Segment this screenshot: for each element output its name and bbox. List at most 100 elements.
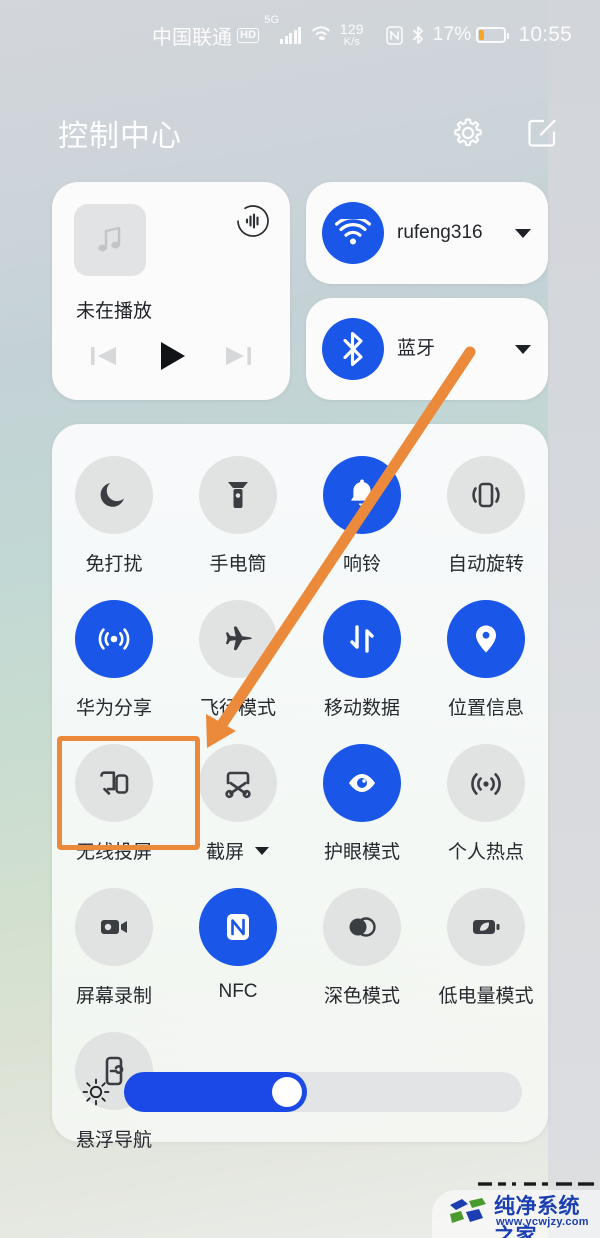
brightness-slider-row: [52, 1068, 548, 1116]
quick-toggle-screen-record[interactable]: 屏幕录制: [52, 878, 176, 1022]
gear-icon[interactable]: [446, 111, 490, 155]
wifi-status-icon: [310, 24, 332, 47]
quick-toggle-eye-comfort[interactable]: 护眼模式: [300, 734, 424, 878]
quick-toggle-label-text: 响铃: [342, 554, 381, 575]
screen-record-icon: [101, 920, 127, 934]
network-speed-value: 129: [339, 21, 364, 37]
quick-toggle-label: 华为分享: [76, 693, 152, 720]
flashlight-icon: [228, 482, 248, 508]
quick-toggle-label-text: 免打扰: [85, 554, 143, 575]
quick-toggle-battery-saver[interactable]: 低电量模式: [424, 878, 548, 1022]
screen-record-icon[interactable]: [75, 888, 153, 966]
quick-toggle-label-text: 手电筒: [209, 554, 267, 575]
moon-icon[interactable]: [75, 456, 153, 534]
moon-icon: [100, 483, 124, 507]
control-center-header: 控制中心: [0, 100, 600, 166]
media-player-card[interactable]: 未在播放: [52, 182, 290, 400]
quick-toggle-nfc[interactable]: NFC: [176, 878, 300, 1022]
quick-toggle-label: 飞行模式: [200, 693, 276, 720]
quick-toggle-flashlight[interactable]: 手电筒: [176, 446, 300, 590]
mobile-data-icon[interactable]: [323, 600, 401, 678]
brightness-sun-icon: [76, 1077, 116, 1107]
brightness-slider-knob[interactable]: [272, 1077, 303, 1107]
bluetooth-icon[interactable]: [322, 318, 384, 380]
screenshot-icon[interactable]: [199, 744, 277, 822]
quick-toggle-label: 悬浮导航: [76, 1125, 152, 1152]
music-note-icon: [74, 204, 146, 276]
quick-toggle-label-text: 屏幕录制: [75, 986, 152, 1007]
nfc-icon: [385, 25, 403, 45]
airplane-icon[interactable]: [199, 600, 277, 678]
quick-toggle-hotspot[interactable]: 个人热点: [424, 734, 548, 878]
quick-toggle-mobile-data[interactable]: 移动数据: [300, 590, 424, 734]
audio-cast-icon[interactable]: [234, 202, 272, 240]
quick-toggle-label: 个人热点: [448, 837, 524, 864]
hotspot-icon[interactable]: [447, 744, 525, 822]
quick-toggle-label-text: 截屏: [205, 842, 244, 863]
quick-toggle-huawei-share[interactable]: 华为分享: [52, 590, 176, 734]
brightness-slider[interactable]: [124, 1072, 522, 1112]
watermark-url: www.ycwjzy.com: [496, 1216, 589, 1228]
next-track-icon[interactable]: [215, 333, 261, 379]
dark-mode-icon[interactable]: [323, 888, 401, 966]
quick-toggle-location-pin[interactable]: 位置信息: [424, 590, 548, 734]
bluetooth-icon: [411, 25, 425, 45]
location-pin-icon: [476, 625, 496, 653]
battery-saver-icon: [473, 920, 500, 934]
location-pin-icon[interactable]: [447, 600, 525, 678]
dark-mode-icon: [349, 917, 376, 937]
edit-square-icon[interactable]: [520, 111, 564, 155]
quick-toggle-label-text: 悬浮导航: [75, 1130, 152, 1151]
quick-toggle-label: NFC: [218, 981, 257, 1003]
signal-bars-icon: [280, 26, 303, 44]
battery-saver-icon[interactable]: [447, 888, 525, 966]
quick-toggle-label-text: 护眼模式: [323, 842, 400, 863]
watermark: 纯净系统之家 www.ycwjzy.com: [432, 1182, 600, 1238]
quick-toggle-dark-mode[interactable]: 深色模式: [300, 878, 424, 1022]
quick-toggle-label: 屏幕录制: [76, 981, 152, 1008]
quick-toggle-label: 深色模式: [324, 981, 400, 1008]
wifi-icon[interactable]: [322, 202, 384, 264]
quick-toggle-label: 护眼模式: [324, 837, 400, 864]
quick-toggle-label-text: 低电量模式: [438, 986, 534, 1007]
bluetooth-card[interactable]: 蓝牙: [306, 298, 548, 400]
quick-toggle-label: 截屏: [206, 837, 270, 864]
play-icon[interactable]: [148, 333, 194, 379]
battery-percent-label: 17%: [432, 24, 472, 45]
page-title: 控制中心: [58, 120, 182, 153]
quick-toggle-auto-rotate[interactable]: 自动旋转: [424, 446, 548, 590]
quick-toggle-label: 移动数据: [324, 693, 400, 720]
previous-track-icon[interactable]: [81, 333, 127, 379]
quick-toggle-bell[interactable]: 响铃: [300, 446, 424, 590]
watermark-logo-icon: [450, 1198, 486, 1223]
network-speed: 129 K/s: [340, 22, 364, 48]
chevron-down-icon[interactable]: [512, 227, 534, 239]
nfc-icon: [227, 914, 249, 940]
nfc-icon[interactable]: [199, 888, 277, 966]
quick-toggle-label: 手电筒: [209, 549, 266, 576]
chevron-down-icon[interactable]: [254, 845, 270, 856]
quick-toggle-moon[interactable]: 免打扰: [52, 446, 176, 590]
top-cards-row: 未在播放 rufeng316 蓝牙: [52, 182, 548, 400]
bell-icon[interactable]: [323, 456, 401, 534]
quick-toggle-label-text: 深色模式: [323, 986, 400, 1007]
chevron-down-icon[interactable]: [512, 343, 534, 355]
auto-rotate-icon[interactable]: [447, 456, 525, 534]
flashlight-icon[interactable]: [199, 456, 277, 534]
quick-toggle-label: 低电量模式: [438, 981, 533, 1008]
quick-toggle-label: 位置信息: [448, 693, 524, 720]
quick-toggle-label-text: 移动数据: [323, 698, 400, 719]
network-speed-unit: K/s: [343, 36, 361, 48]
huawei-share-icon[interactable]: [75, 600, 153, 678]
quick-toggle-label: 自动旋转: [448, 549, 524, 576]
quick-toggle-label-text: 华为分享: [75, 698, 152, 719]
eye-comfort-icon: [349, 774, 375, 792]
hd-badge: HD: [236, 27, 260, 43]
quick-toggle-airplane[interactable]: 飞行模式: [176, 590, 300, 734]
eye-comfort-icon[interactable]: [323, 744, 401, 822]
status-bar: 中国联通 HD 5G 129 K/s 17% 10:55: [0, 0, 600, 70]
wifi-card[interactable]: rufeng316: [306, 182, 548, 284]
watermark-dashes-icon: [478, 1182, 594, 1186]
hotspot-icon: [471, 773, 501, 795]
quick-toggle-label: 响铃: [343, 549, 381, 576]
